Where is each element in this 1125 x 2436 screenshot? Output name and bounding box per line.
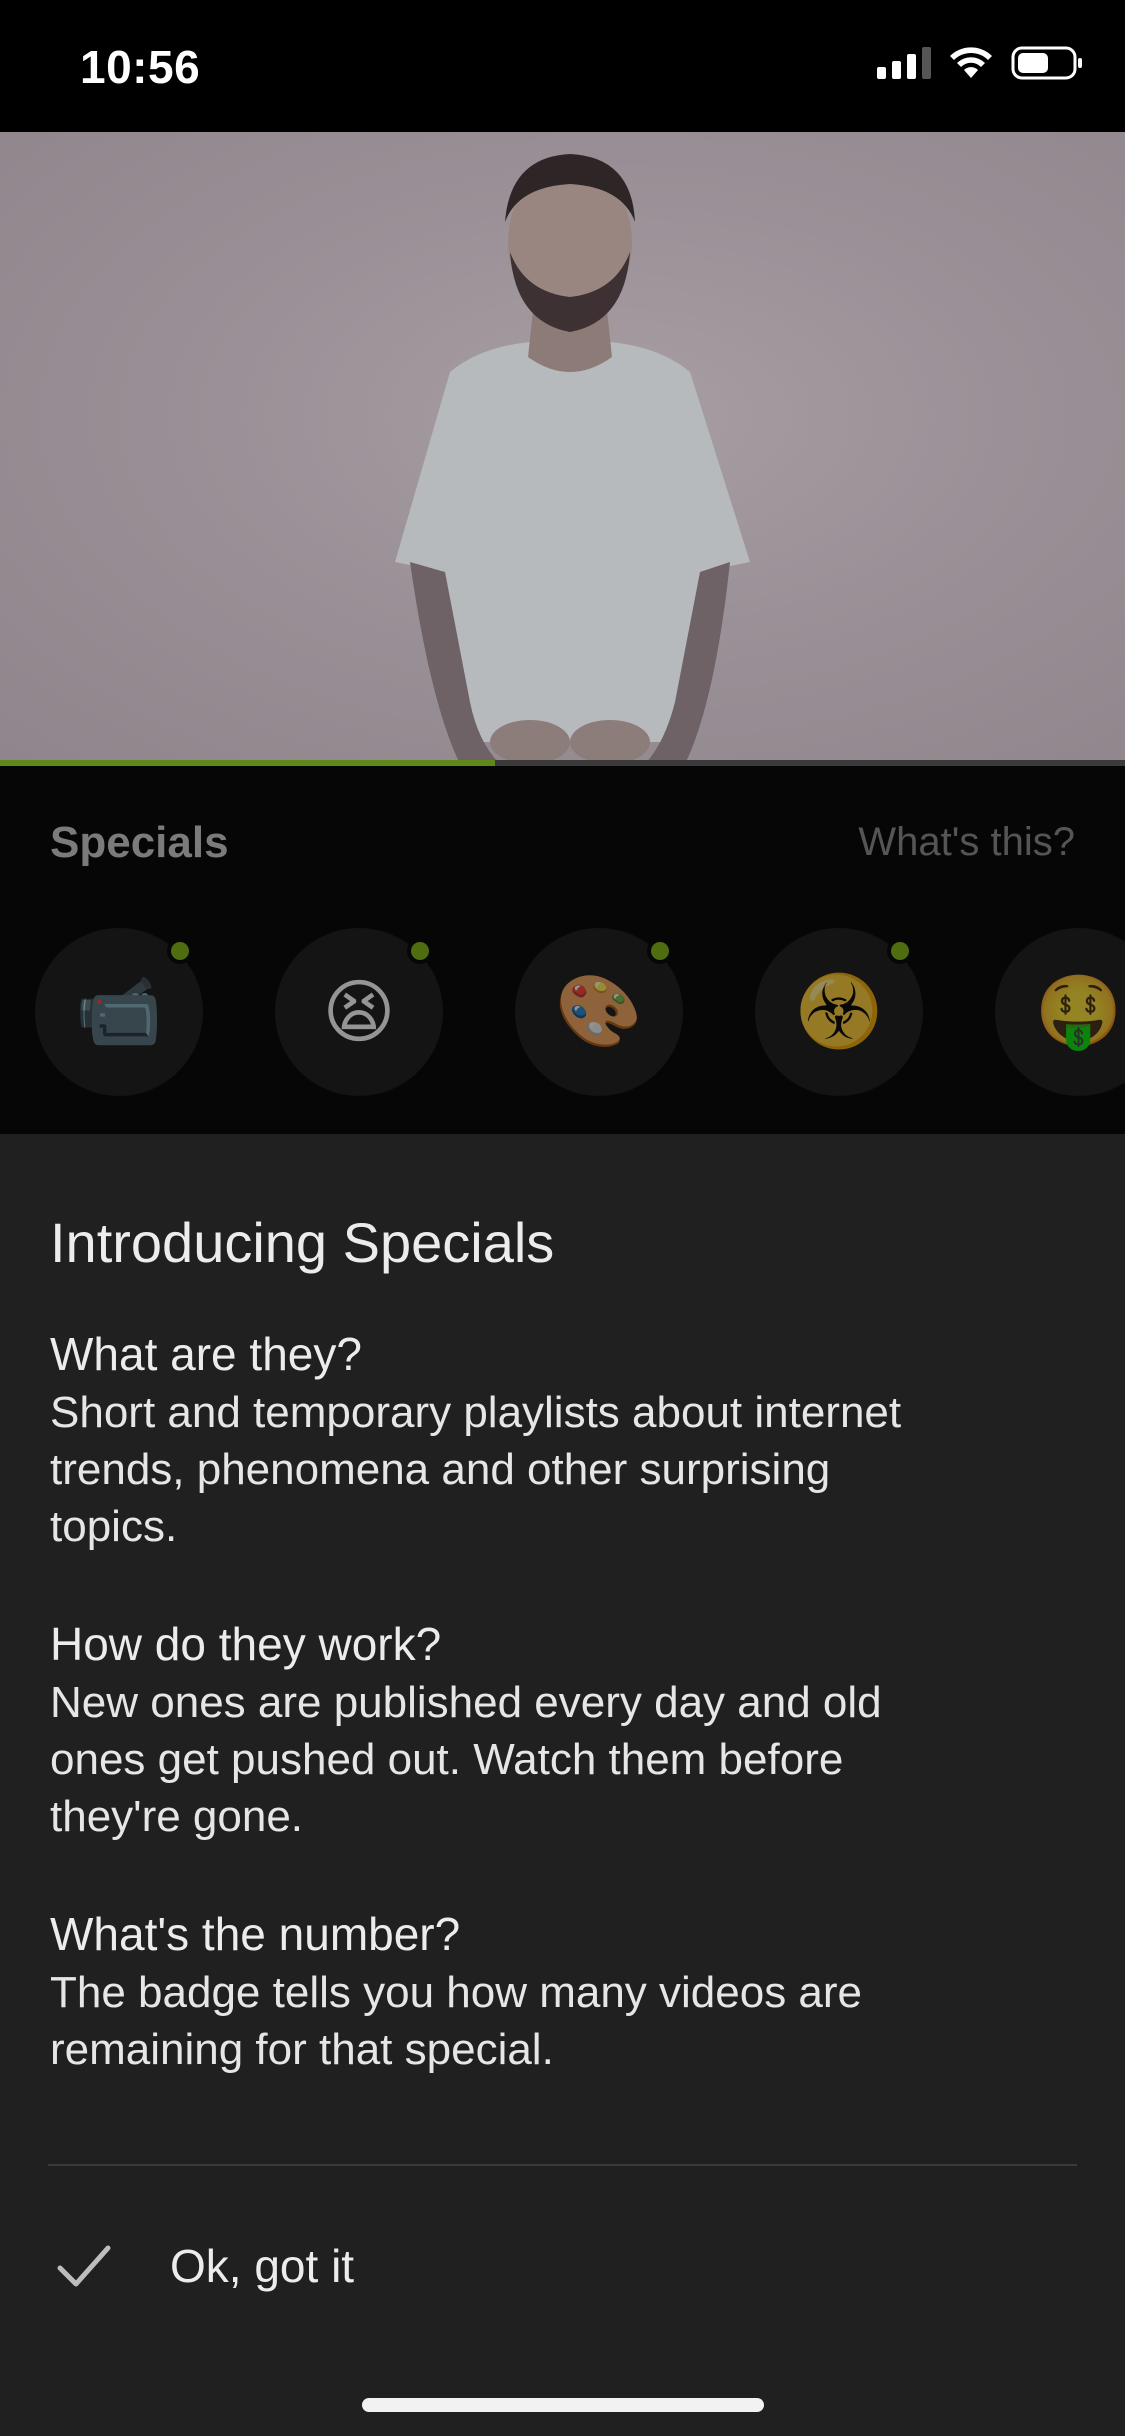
new-indicator-dot	[411, 942, 429, 960]
battery-icon	[1011, 46, 1082, 80]
special-item-tired-face[interactable]: 😫	[275, 928, 443, 1096]
new-indicator-dot	[891, 942, 909, 960]
tired-face-icon: 😫	[322, 973, 396, 1051]
special-item-palette[interactable]: 🎨	[515, 928, 683, 1096]
question-what-are-they: What are they?	[50, 1328, 362, 1380]
question-how-do-they-work: How do they work?	[50, 1618, 442, 1670]
video-player[interactable]	[0, 132, 1125, 764]
ok-got-it-button[interactable]: Ok, got it	[0, 2224, 1125, 2308]
status-bar: 10:56	[0, 0, 1125, 132]
introducing-specials-sheet: Introducing Specials What are they? Shor…	[0, 1134, 1125, 2436]
checkmark-icon	[57, 2245, 111, 2287]
answer-line: New ones are published every day and old	[50, 1678, 882, 1727]
special-item-video-camera[interactable]: 📹	[35, 928, 203, 1096]
answer-line: they're gone.	[50, 1792, 304, 1841]
biohazard-icon: ☣️	[795, 972, 883, 1050]
video-camera-icon: 📹	[75, 972, 163, 1050]
answer-line: ones get pushed out. Watch them before	[50, 1735, 844, 1784]
new-indicator-dot	[651, 942, 669, 960]
status-icons	[877, 46, 1085, 80]
special-item-money-mouth-face[interactable]: 🤑	[995, 928, 1125, 1096]
ok-got-it-label: Ok, got it	[170, 2240, 355, 2292]
answer-how-do-they-work: New ones are published every day and old…	[50, 1674, 1070, 1845]
new-indicator-dot	[171, 942, 189, 960]
palette-icon: 🎨	[555, 972, 643, 1050]
video-frame-person	[395, 154, 750, 764]
wifi-icon	[950, 47, 992, 78]
answer-line: trends, phenomena and other surprising	[50, 1445, 831, 1494]
answer-what-are-they: Short and temporary playlists about inte…	[50, 1384, 1070, 1555]
answer-line: The badge tells you how many videos are	[50, 1968, 863, 2017]
answer-whats-the-number: The badge tells you how many videos are …	[50, 1964, 1070, 2078]
answer-line: remaining for that special.	[50, 2025, 554, 2074]
question-whats-the-number: What's the number?	[50, 1908, 461, 1960]
special-item-biohazard[interactable]: ☣️	[755, 928, 923, 1096]
answer-line: topics.	[50, 1502, 178, 1551]
divider	[48, 2164, 1077, 2166]
status-time: 10:56	[80, 41, 201, 93]
specials-title: Specials	[50, 818, 229, 867]
cellular-signal-icon	[877, 47, 931, 79]
whats-this-link[interactable]: What's this?	[858, 820, 1075, 865]
specials-section: Specials What's this? 📹 😫 🎨 ☣️ 🤑	[0, 766, 1125, 1134]
sheet-title: Introducing Specials	[50, 1211, 555, 1274]
home-indicator[interactable]	[362, 2398, 764, 2412]
answer-line: Short and temporary playlists about inte…	[50, 1388, 902, 1437]
money-mouth-face-icon: 🤑	[1035, 972, 1123, 1050]
